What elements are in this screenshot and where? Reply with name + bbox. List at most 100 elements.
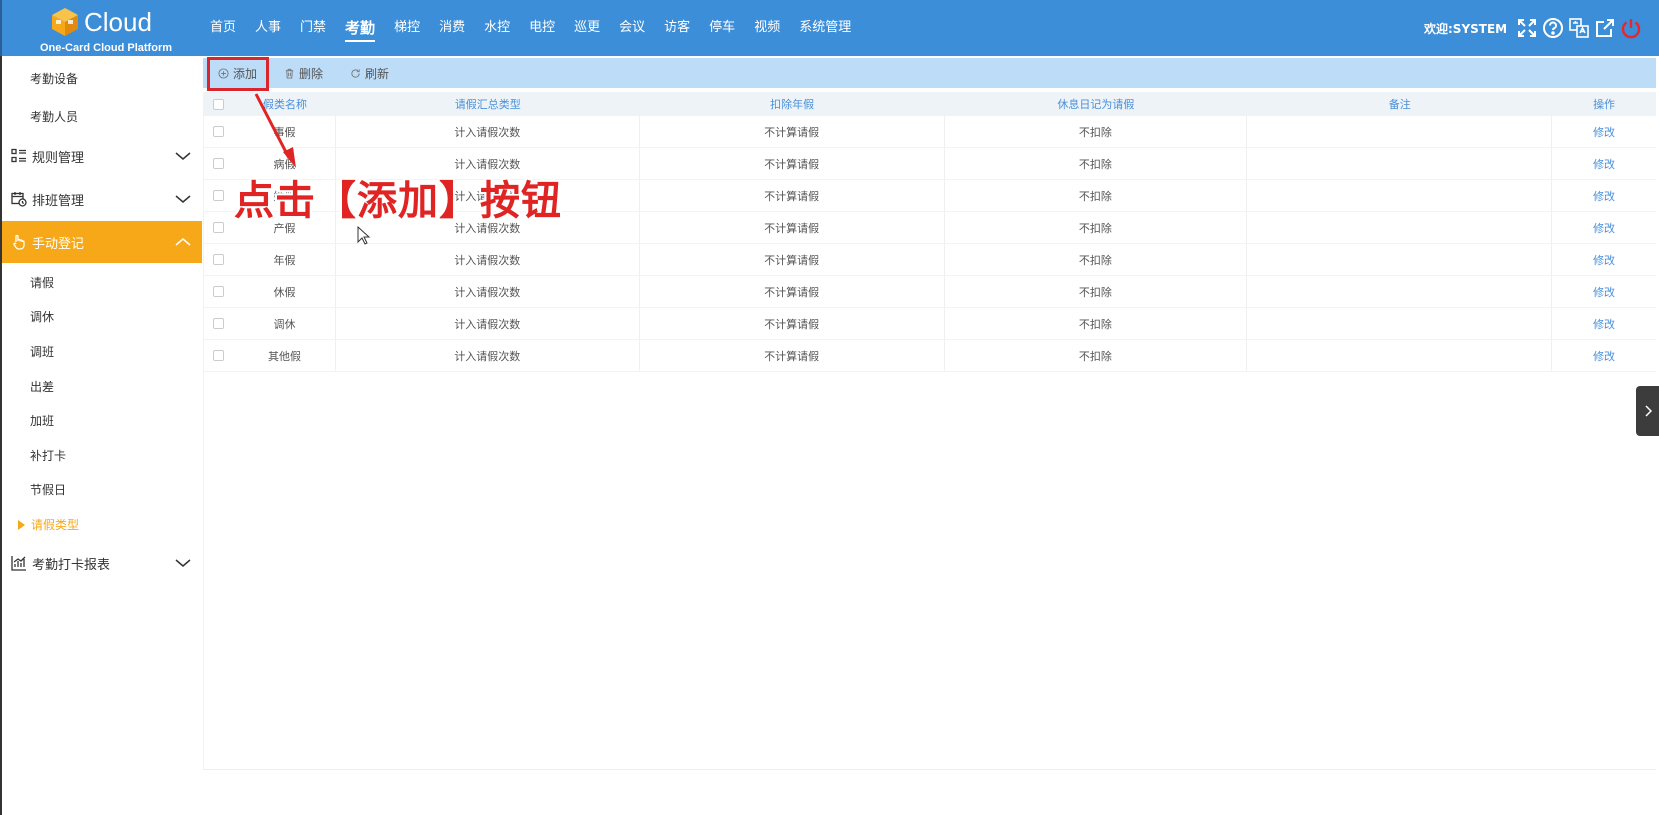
edit-link[interactable]: 修改 bbox=[1593, 252, 1615, 268]
sidebar-item-shift-swap[interactable]: 调班 bbox=[30, 343, 54, 360]
cell-note bbox=[1247, 148, 1553, 179]
cell-note bbox=[1247, 212, 1553, 243]
column-header[interactable]: 休息日记为请假 bbox=[945, 92, 1248, 116]
cloud-logo[interactable]: Cloud One-Card Cloud Platform bbox=[40, 4, 172, 54]
cell-rest: 不扣除 bbox=[945, 212, 1248, 243]
nav-hr[interactable]: 人事 bbox=[255, 18, 281, 38]
cell-note bbox=[1247, 244, 1553, 275]
edit-link[interactable]: 修改 bbox=[1593, 284, 1615, 300]
sidebar-item-compensatory[interactable]: 调休 bbox=[30, 308, 54, 325]
sidebar-item-holidays[interactable]: 节假日 bbox=[30, 481, 66, 498]
sidebar-group-manual[interactable]: 手动登记 bbox=[2, 221, 202, 263]
cell-note bbox=[1247, 276, 1553, 307]
chevron-down-icon bbox=[175, 195, 191, 203]
help-icon[interactable] bbox=[1542, 17, 1564, 39]
toolbar: 添加 删除 刷新 bbox=[203, 58, 1656, 88]
list-icon bbox=[10, 147, 28, 165]
cell-rest: 不扣除 bbox=[945, 116, 1248, 147]
cell-summary: 计入请假次数 bbox=[336, 116, 640, 147]
sidebar-group-report[interactable]: 考勤打卡报表 bbox=[2, 542, 202, 584]
cell-deduct: 不计算请假 bbox=[640, 244, 945, 275]
nav-access[interactable]: 门禁 bbox=[300, 18, 326, 38]
nav-visitor[interactable]: 访客 bbox=[664, 18, 690, 38]
instruction-annotation: 点击【添加】按钮 bbox=[234, 178, 562, 224]
edit-link[interactable]: 修改 bbox=[1593, 316, 1615, 332]
cell-name: 事假 bbox=[234, 116, 336, 147]
row-checkbox[interactable] bbox=[213, 126, 225, 137]
sidebar-group-shift[interactable]: 排班管理 bbox=[2, 178, 202, 220]
edit-link[interactable]: 修改 bbox=[1593, 188, 1615, 204]
table-row[interactable]: 调休 计入请假次数 不计算请假 不扣除 修改 bbox=[204, 308, 1656, 340]
column-header[interactable]: 备注 bbox=[1247, 92, 1552, 116]
nav-attendance[interactable]: 考勤 bbox=[345, 18, 376, 42]
row-checkbox[interactable] bbox=[213, 286, 225, 297]
cell-rest: 不扣除 bbox=[945, 180, 1248, 211]
row-checkbox[interactable] bbox=[213, 158, 225, 169]
cell-rest: 不扣除 bbox=[945, 244, 1248, 275]
top-header: Cloud One-Card Cloud Platform 首页 人事 门禁 考… bbox=[0, 0, 1659, 56]
nav-electric[interactable]: 电控 bbox=[529, 18, 555, 38]
table-row[interactable]: 休假 计入请假次数 不计算请假 不扣除 修改 bbox=[204, 276, 1656, 308]
refresh-button[interactable]: 刷新 bbox=[349, 65, 389, 82]
fullscreen-icon[interactable] bbox=[1516, 17, 1538, 39]
cell-name: 休假 bbox=[234, 276, 336, 307]
row-checkbox[interactable] bbox=[213, 190, 225, 201]
sidebar-item-staff[interactable]: 考勤人员 bbox=[30, 108, 78, 125]
sidebar-item-leave[interactable]: 请假 bbox=[30, 274, 54, 291]
cell-name: 调休 bbox=[234, 308, 336, 339]
sidebar-group-label: 排班管理 bbox=[32, 193, 85, 209]
nav-patrol[interactable]: 巡更 bbox=[574, 18, 600, 38]
row-checkbox[interactable] bbox=[213, 350, 225, 361]
nav-meeting[interactable]: 会议 bbox=[619, 18, 645, 38]
nav-home[interactable]: 首页 bbox=[210, 18, 236, 38]
cell-deduct: 不计算请假 bbox=[640, 116, 945, 147]
sidebar-item-punch-fix[interactable]: 补打卡 bbox=[30, 447, 66, 464]
row-checkbox[interactable] bbox=[213, 318, 225, 329]
nav-consumption[interactable]: 消费 bbox=[439, 18, 465, 38]
nav-system[interactable]: 系统管理 bbox=[799, 18, 851, 38]
trash-icon bbox=[283, 67, 295, 79]
cell-deduct: 不计算请假 bbox=[640, 340, 945, 371]
hand-pointer-icon bbox=[10, 233, 28, 251]
cell-deduct: 不计算请假 bbox=[640, 308, 945, 339]
select-all-checkbox[interactable] bbox=[213, 98, 225, 110]
language-icon[interactable] bbox=[1568, 17, 1590, 39]
row-checkbox[interactable] bbox=[213, 222, 225, 233]
row-checkbox[interactable] bbox=[213, 254, 225, 265]
cell-summary: 计入请假次数 bbox=[336, 308, 640, 339]
column-header[interactable]: 请假汇总类型 bbox=[336, 92, 640, 116]
edit-link[interactable]: 修改 bbox=[1593, 124, 1615, 140]
sidebar-group-rules[interactable]: 规则管理 bbox=[2, 135, 202, 177]
column-header[interactable]: 扣除年假 bbox=[640, 92, 945, 116]
cell-note bbox=[1247, 308, 1553, 339]
cell-name: 其他假 bbox=[234, 340, 336, 371]
refresh-icon bbox=[349, 67, 361, 79]
side-drawer-toggle[interactable] bbox=[1636, 386, 1659, 436]
external-link-icon[interactable] bbox=[1594, 17, 1616, 39]
table-row[interactable]: 事假 计入请假次数 不计算请假 不扣除 修改 bbox=[204, 116, 1656, 148]
cell-summary: 计入请假次数 bbox=[336, 276, 640, 307]
cell-name: 年假 bbox=[234, 244, 336, 275]
sidebar: 考勤设备 考勤人员 规则管理 排班管理 手动登记 请假 调休 调班 出差 加班 … bbox=[0, 56, 202, 815]
edit-link[interactable]: 修改 bbox=[1593, 156, 1615, 172]
power-icon[interactable] bbox=[1620, 17, 1642, 39]
chevron-down-icon bbox=[175, 559, 191, 567]
nav-video[interactable]: 视频 bbox=[754, 18, 780, 38]
nav-water[interactable]: 水控 bbox=[484, 18, 510, 38]
sidebar-item-overtime[interactable]: 加班 bbox=[30, 412, 54, 429]
chevron-down-icon bbox=[175, 152, 191, 160]
cell-rest: 不扣除 bbox=[945, 148, 1248, 179]
sidebar-item-devices[interactable]: 考勤设备 bbox=[30, 70, 78, 87]
table-row[interactable]: 其他假 计入请假次数 不计算请假 不扣除 修改 bbox=[204, 340, 1656, 372]
column-header[interactable]: 假类名称 bbox=[234, 92, 336, 116]
edit-link[interactable]: 修改 bbox=[1593, 220, 1615, 236]
cube-logo-icon bbox=[52, 8, 78, 36]
add-button-highlight bbox=[207, 57, 269, 91]
sidebar-item-business-trip[interactable]: 出差 bbox=[30, 378, 54, 395]
sidebar-item-leave-types[interactable]: 请假类型 bbox=[18, 516, 79, 533]
nav-parking[interactable]: 停车 bbox=[709, 18, 735, 38]
edit-link[interactable]: 修改 bbox=[1593, 348, 1615, 364]
table-row[interactable]: 年假 计入请假次数 不计算请假 不扣除 修改 bbox=[204, 244, 1656, 276]
delete-button[interactable]: 删除 bbox=[283, 65, 323, 82]
nav-elevator[interactable]: 梯控 bbox=[394, 18, 420, 38]
